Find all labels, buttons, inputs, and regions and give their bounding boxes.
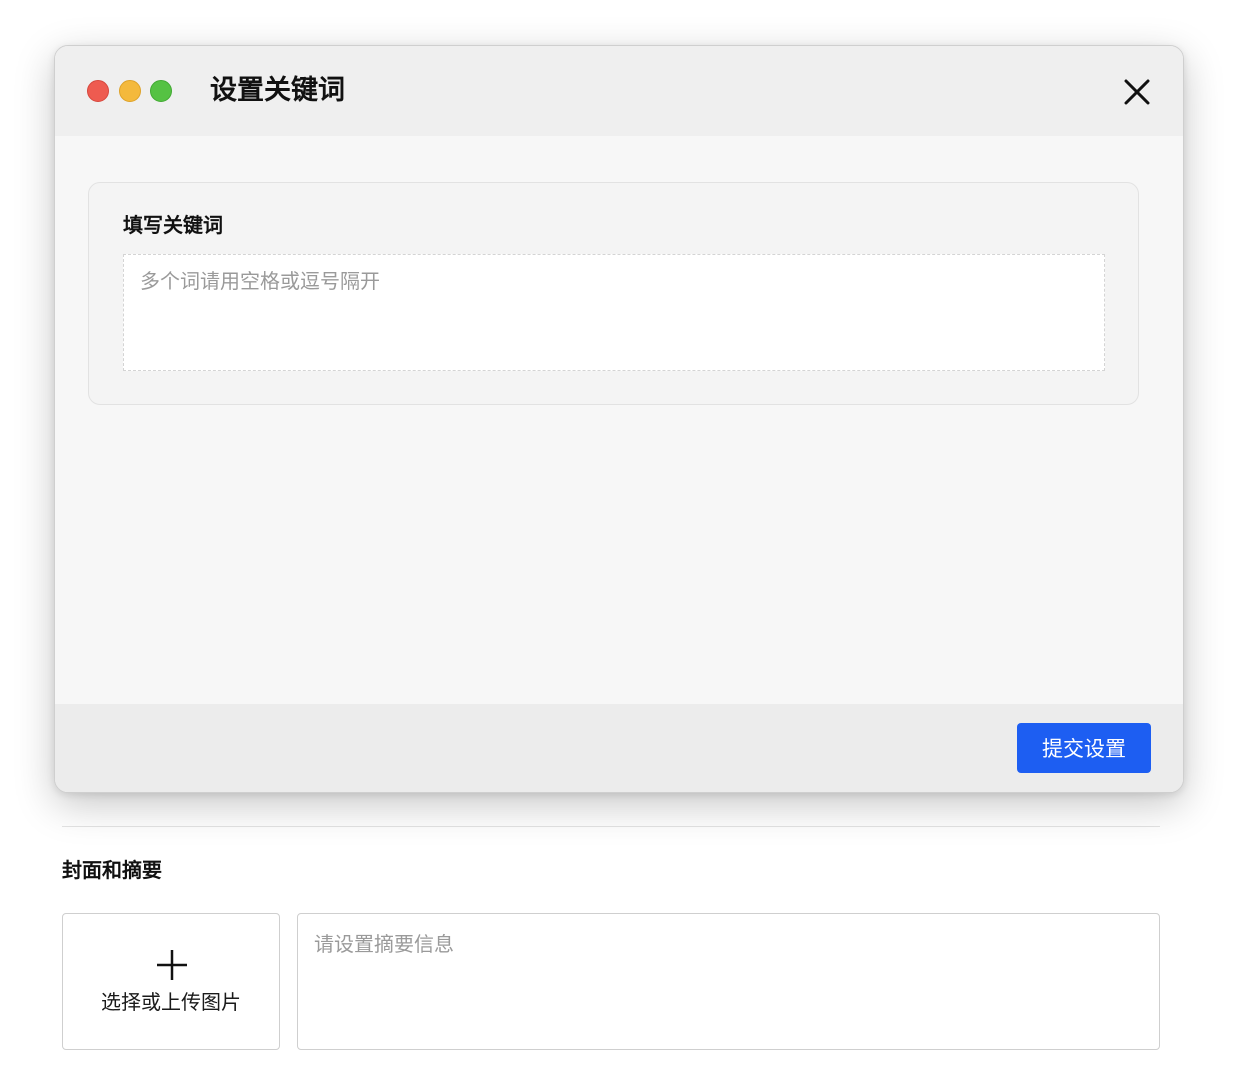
modal-footer: 提交设置 [55, 704, 1183, 792]
keywords-card: 填写关键词 [88, 182, 1139, 405]
section-title-cover-summary: 封面和摘要 [62, 858, 162, 882]
modal-titlebar: 设置关键词 [55, 46, 1183, 136]
close-traffic-light[interactable] [87, 80, 109, 102]
keywords-label: 填写关键词 [123, 213, 223, 237]
cover-upload-label: 选择或上传图片 [101, 990, 241, 1014]
close-icon [1124, 79, 1150, 105]
modal-close-button[interactable] [1119, 74, 1155, 110]
minimize-traffic-light[interactable] [119, 80, 141, 102]
plus-icon [157, 950, 187, 980]
keywords-modal: 设置关键词 填写关键词 提交设置 [54, 45, 1184, 793]
section-divider [62, 826, 1160, 827]
cover-upload-button[interactable]: 选择或上传图片 [62, 913, 280, 1050]
keywords-input[interactable] [123, 254, 1105, 371]
submit-settings-button[interactable]: 提交设置 [1017, 723, 1151, 773]
modal-title: 设置关键词 [210, 75, 345, 106]
zoom-traffic-light[interactable] [150, 80, 172, 102]
summary-input[interactable] [297, 913, 1160, 1050]
modal-body: 填写关键词 [55, 136, 1183, 704]
